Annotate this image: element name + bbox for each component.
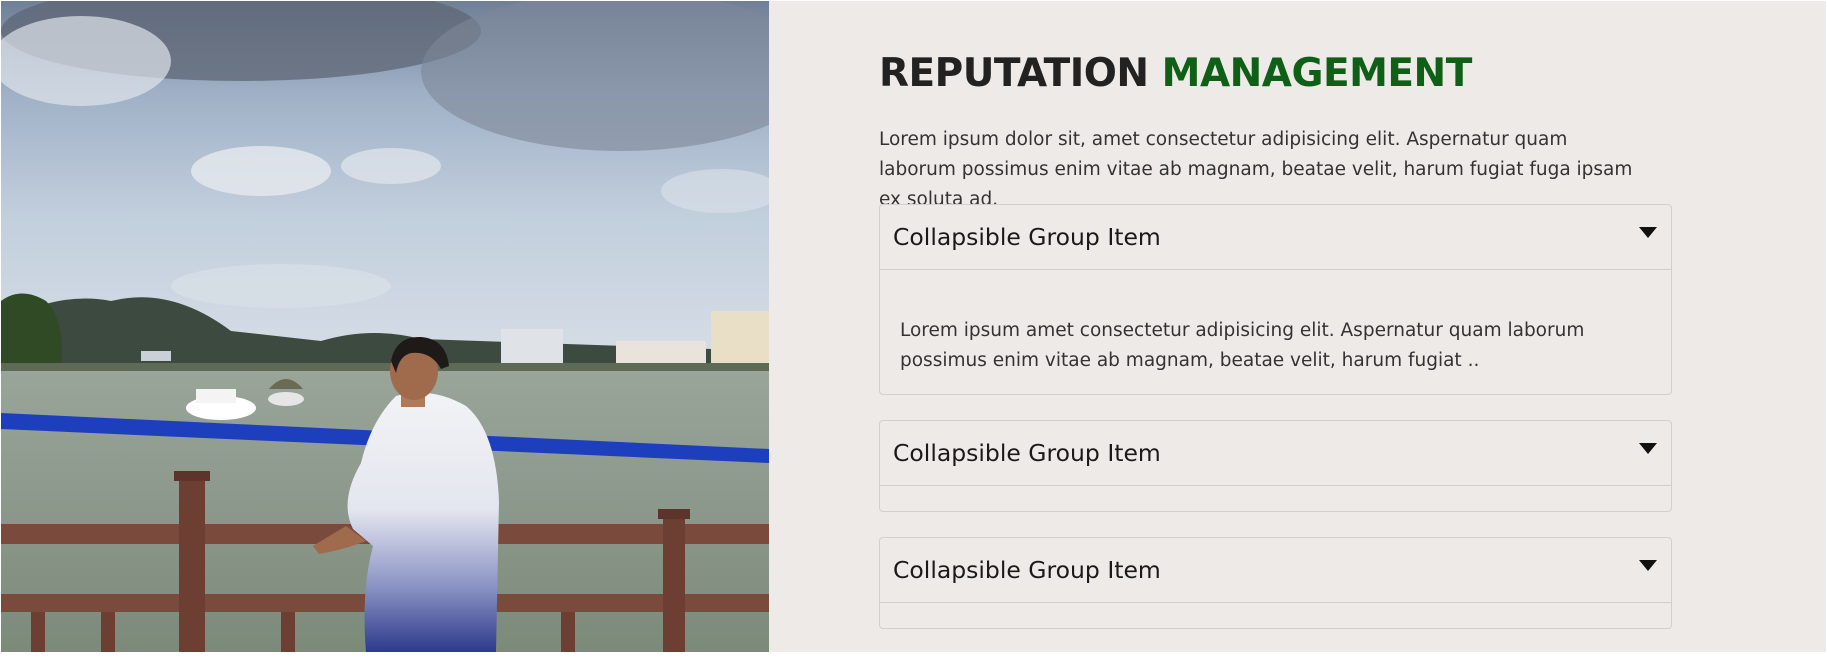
accordion-title: Collapsible Group Item [893, 556, 1161, 584]
accordion-body-text: Lorem ipsum amet consectetur adipisicing… [900, 320, 1585, 371]
caret-down-icon[interactable] [1639, 560, 1657, 571]
accordion-header-1[interactable]: Collapsible Group Item [880, 205, 1671, 270]
accordion-title: Collapsible Group Item [893, 439, 1161, 467]
accordion-item-3: Collapsible Group Item [879, 537, 1672, 629]
page: REPUTATION MANAGEMENT Lorem ipsum dolor … [0, 0, 1828, 658]
accordion-item-1: Collapsible Group Item Lorem ipsum amet … [879, 204, 1672, 395]
caret-down-icon[interactable] [1639, 443, 1657, 454]
accordion-item-2: Collapsible Group Item [879, 420, 1672, 512]
content-panel: REPUTATION MANAGEMENT Lorem ipsum dolor … [769, 1, 1826, 652]
accordion-header-2[interactable]: Collapsible Group Item [880, 421, 1671, 486]
intro-text: Lorem ipsum dolor sit, amet consectetur … [879, 129, 1633, 210]
hero-photo [1, 1, 769, 652]
page-title: REPUTATION MANAGEMENT [879, 51, 1472, 96]
accordion-header-3[interactable]: Collapsible Group Item [880, 538, 1671, 603]
caret-down-icon[interactable] [1639, 227, 1657, 238]
title-part1: REPUTATION [879, 51, 1149, 96]
title-part2-accent: MANAGEMENT [1161, 51, 1473, 96]
photo-man-at-lake-railing [1, 1, 769, 652]
accordion-title: Collapsible Group Item [893, 223, 1161, 251]
